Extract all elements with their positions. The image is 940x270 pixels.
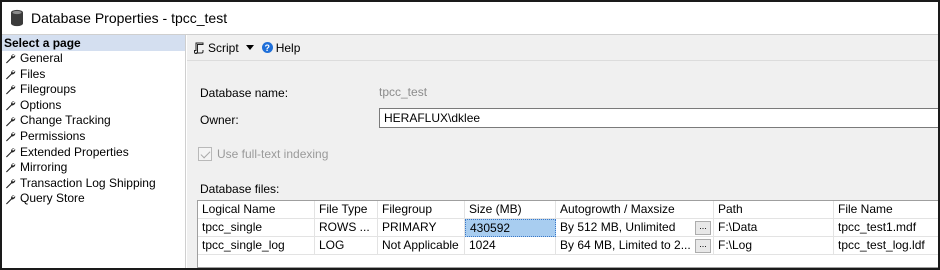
column-header[interactable]: Autogrowth / Maxsize bbox=[556, 201, 714, 219]
path-cell[interactable]: F:\Log bbox=[714, 237, 834, 255]
wrench-icon bbox=[6, 148, 16, 158]
wrench-icon bbox=[6, 163, 16, 173]
sidebar-item-mirroring[interactable]: Mirroring bbox=[2, 160, 185, 176]
checkbox-checked-icon bbox=[198, 147, 212, 161]
owner-label: Owner: bbox=[200, 113, 239, 127]
owner-field[interactable]: HERAFLUX\dklee bbox=[379, 108, 938, 128]
wrench-icon bbox=[6, 85, 16, 95]
sidebar-item-label: General bbox=[20, 51, 63, 65]
fulltext-indexing-label: Use full-text indexing bbox=[217, 147, 329, 161]
script-icon bbox=[194, 42, 204, 54]
sidebar-item-query-store[interactable]: Query Store bbox=[2, 191, 185, 207]
logical-name-cell[interactable]: tpcc_single_log bbox=[198, 237, 315, 255]
script-button[interactable]: Script bbox=[193, 41, 239, 55]
sidebar-item-label: Permissions bbox=[20, 128, 86, 143]
autogrowth-ellipsis-button[interactable]: ... bbox=[695, 239, 711, 253]
sidebar-item-options[interactable]: Options bbox=[2, 98, 185, 114]
autogrowth-cell[interactable]: By 512 MB, Unlimited bbox=[556, 219, 714, 237]
wrench-icon bbox=[6, 194, 16, 205]
wrench-icon bbox=[6, 70, 16, 80]
sidebar-item-change-tracking[interactable]: Change Tracking bbox=[2, 113, 185, 129]
table-row[interactable]: tpcc_single ROWS ... PRIMARY 430592 By 5… bbox=[198, 219, 938, 237]
database-files-label: Database files: bbox=[200, 182, 280, 196]
window-title: Database Properties - tpcc_test bbox=[31, 10, 228, 26]
grid-header-row: Logical Name File Type Filegroup Size (M… bbox=[198, 201, 938, 219]
file-type-cell[interactable]: LOG bbox=[315, 237, 378, 255]
script-dropdown-arrow-icon[interactable] bbox=[245, 45, 254, 50]
help-icon: ? bbox=[261, 42, 273, 53]
toolbar: Script ? Help bbox=[187, 35, 938, 61]
column-header[interactable]: Logical Name bbox=[198, 201, 315, 219]
database-files-grid: Logical Name File Type Filegroup Size (M… bbox=[197, 200, 938, 268]
sidebar-item-label: Filegroups bbox=[20, 82, 77, 97]
column-header[interactable]: Filegroup bbox=[378, 201, 465, 219]
title-bar: Database Properties - tpcc_test bbox=[2, 2, 938, 35]
general-page: Script ? Help Database name: tpcc_test O… bbox=[187, 35, 938, 268]
sidebar-item-general[interactable]: General bbox=[2, 51, 185, 67]
sidebar-item-files[interactable]: Files bbox=[2, 67, 185, 83]
page-selector: Select a page General Files Filegroups O… bbox=[2, 35, 186, 268]
autogrowth-cell[interactable]: By 64 MB, Limited to 2... bbox=[556, 237, 714, 255]
help-button[interactable]: ? Help bbox=[261, 40, 301, 55]
sidebar-item-label: Extended Properties bbox=[20, 144, 129, 159]
sidebar-item-label: Query Store bbox=[20, 191, 85, 206]
logical-name-cell[interactable]: tpcc_single bbox=[198, 219, 315, 237]
column-header[interactable]: File Type bbox=[315, 201, 378, 219]
help-label: Help bbox=[275, 40, 301, 55]
wrench-icon bbox=[6, 132, 16, 142]
sidebar-item-label: Options bbox=[20, 97, 62, 112]
database-icon bbox=[11, 9, 23, 27]
wrench-icon bbox=[6, 179, 16, 189]
script-label: Script bbox=[208, 40, 239, 55]
database-name-value: tpcc_test bbox=[379, 85, 428, 99]
table-row[interactable]: tpcc_single_log LOG Not Applicable 1024 … bbox=[198, 237, 938, 255]
column-header[interactable]: Size (MB) bbox=[465, 201, 556, 219]
sidebar-item-filegroups[interactable]: Filegroups bbox=[2, 82, 185, 98]
column-header[interactable]: File Name bbox=[834, 201, 938, 219]
sidebar-item-label: Mirroring bbox=[20, 160, 68, 175]
sidebar-item-label: Transaction Log Shipping bbox=[20, 175, 156, 190]
column-header[interactable]: Path bbox=[714, 201, 834, 219]
filegroup-cell[interactable]: PRIMARY bbox=[378, 219, 465, 237]
size-cell[interactable]: 430592 bbox=[465, 219, 556, 237]
size-cell[interactable]: 1024 bbox=[465, 237, 556, 255]
wrench-icon bbox=[6, 54, 16, 64]
sidebar-item-label: Change Tracking bbox=[20, 113, 111, 128]
database-name-label: Database name: bbox=[200, 86, 289, 100]
autogrowth-ellipsis-button[interactable]: ... bbox=[695, 221, 711, 235]
file-type-cell[interactable]: ROWS ... bbox=[315, 219, 378, 237]
path-cell[interactable]: F:\Data bbox=[714, 219, 834, 237]
sidebar-item-extended-properties[interactable]: Extended Properties bbox=[2, 145, 185, 161]
sidebar-item-transaction-log-shipping[interactable]: Transaction Log Shipping bbox=[2, 176, 185, 192]
database-properties-window: Database Properties - tpcc_test Select a… bbox=[0, 0, 940, 270]
page-selector-header: Select a page bbox=[2, 35, 185, 51]
sidebar-item-permissions[interactable]: Permissions bbox=[2, 129, 185, 145]
sidebar-item-label: Files bbox=[20, 66, 46, 81]
filegroup-cell[interactable]: Not Applicable bbox=[378, 237, 465, 255]
wrench-icon bbox=[6, 101, 16, 111]
fulltext-indexing-checkbox[interactable]: Use full-text indexing bbox=[198, 147, 328, 161]
wrench-icon bbox=[6, 116, 16, 127]
file-name-cell[interactable]: tpcc_test_log.ldf bbox=[834, 237, 938, 255]
file-name-cell[interactable]: tpcc_test1.mdf bbox=[834, 219, 938, 237]
